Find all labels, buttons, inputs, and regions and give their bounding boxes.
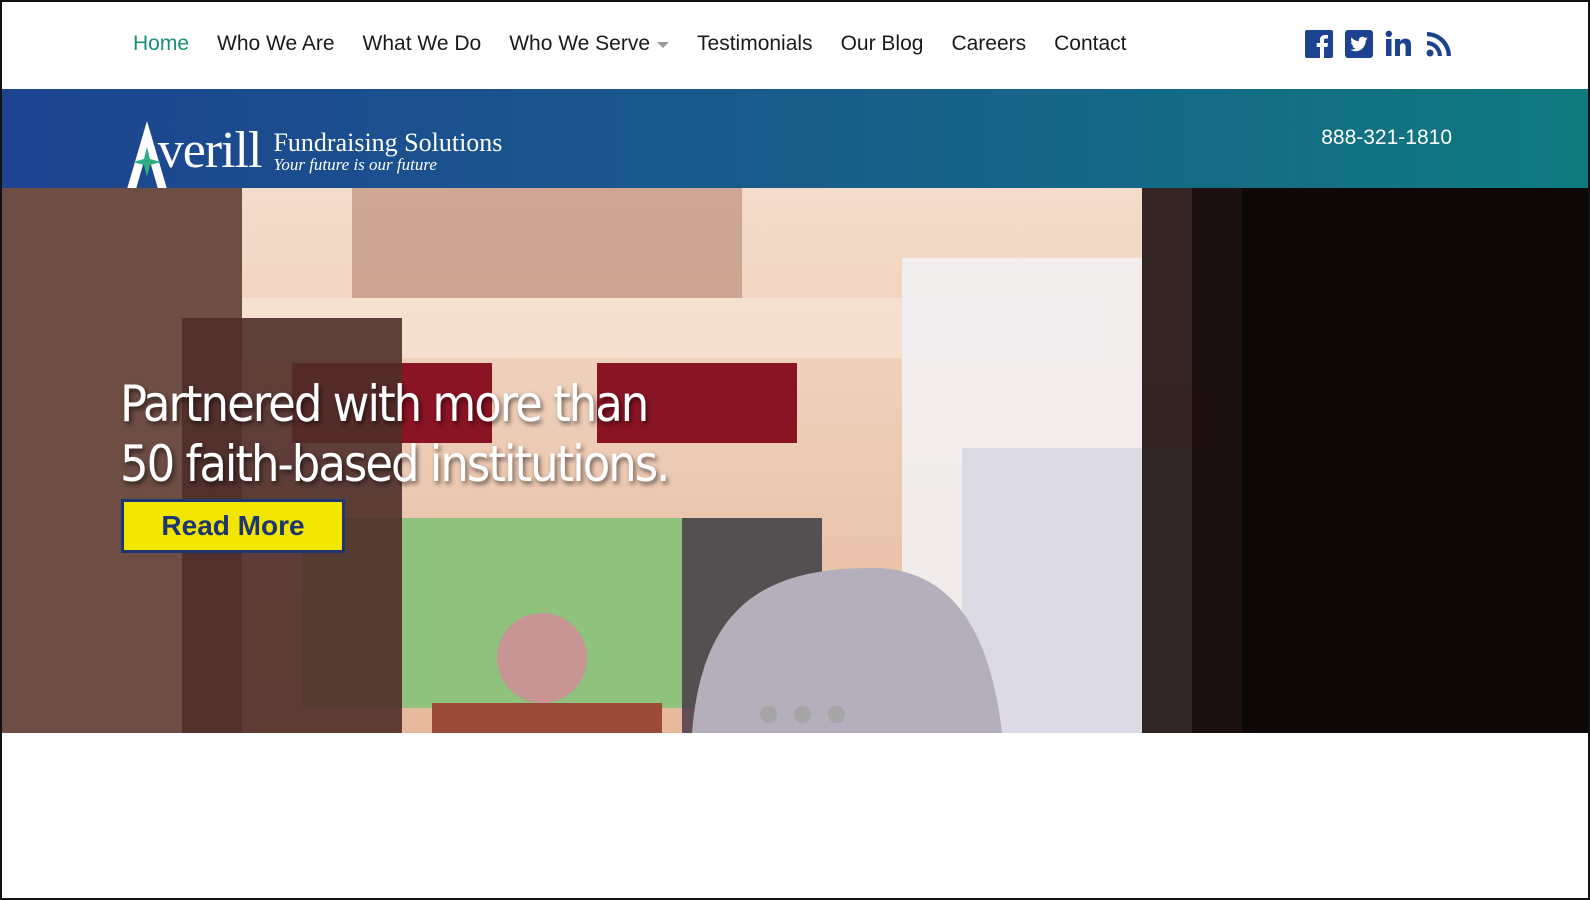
nav-item-testimonials[interactable]: Testimonials	[697, 32, 813, 56]
nav-menu: Home Who We Are What We Do Who We Serve …	[133, 32, 1155, 56]
chevron-down-icon	[657, 42, 670, 48]
page-frame: Home Who We Are What We Do Who We Serve …	[0, 0, 1590, 900]
brand-bar: Averill Fundraising Solutions Your futur…	[2, 89, 1588, 189]
nav-item-home[interactable]: Home	[133, 32, 189, 56]
nav-item-careers[interactable]: Careers	[951, 32, 1026, 56]
nav-item-contact[interactable]: Contact	[1054, 32, 1126, 56]
twitter-icon[interactable]	[1344, 29, 1374, 59]
hero-slider: Partnered with more than 50 faith-based …	[2, 188, 1588, 733]
nav-label: Home	[133, 32, 190, 55]
nav-label: Careers	[951, 32, 1027, 55]
nav-label: Testimonials	[697, 32, 813, 55]
rss-icon[interactable]	[1424, 29, 1454, 59]
logo-wordmark: Averill	[123, 121, 263, 189]
nav-label: Who We Serve	[509, 32, 651, 55]
slider-dot-3[interactable]	[828, 706, 845, 723]
hero-headline: Partnered with more than 50 faith-based …	[120, 374, 670, 494]
logo-star-icon	[127, 121, 167, 189]
hero-headline-line-1: Partnered with more than	[120, 375, 649, 433]
nav-item-who-we-are[interactable]: Who We Are	[217, 32, 335, 56]
nav-label: Our Blog	[840, 32, 924, 55]
logo[interactable]: Averill Fundraising Solutions Your futur…	[123, 101, 502, 189]
hero-headline-line-2: 50 faith-based institutions.	[120, 435, 670, 493]
social-links	[1294, 29, 1454, 59]
linkedin-icon[interactable]	[1384, 29, 1414, 59]
nav-label: Who We Are	[217, 32, 335, 55]
nav-item-who-we-serve[interactable]: Who We Serve	[509, 32, 670, 56]
nav-item-our-blog[interactable]: Our Blog	[841, 32, 924, 56]
nav-label: Contact	[1054, 32, 1127, 55]
logo-word-text: verill	[157, 122, 263, 179]
logo-tagline: Fundraising Solutions Your future is our…	[273, 129, 502, 174]
top-navigation: Home Who We Are What We Do Who We Serve …	[2, 2, 1588, 89]
logo-line-1: Fundraising Solutions	[273, 127, 503, 157]
nav-label: What We Do	[362, 32, 482, 55]
facebook-icon[interactable]	[1304, 29, 1334, 59]
slider-dots	[760, 706, 862, 723]
slider-dot-1[interactable]	[760, 706, 777, 723]
nav-item-what-we-do[interactable]: What We Do	[363, 32, 482, 56]
logo-line-2: Your future is our future	[273, 155, 437, 175]
slider-dot-2[interactable]	[794, 706, 811, 723]
phone-number[interactable]: 888-321-1810	[1321, 126, 1452, 150]
read-more-button[interactable]: Read More	[121, 499, 345, 553]
